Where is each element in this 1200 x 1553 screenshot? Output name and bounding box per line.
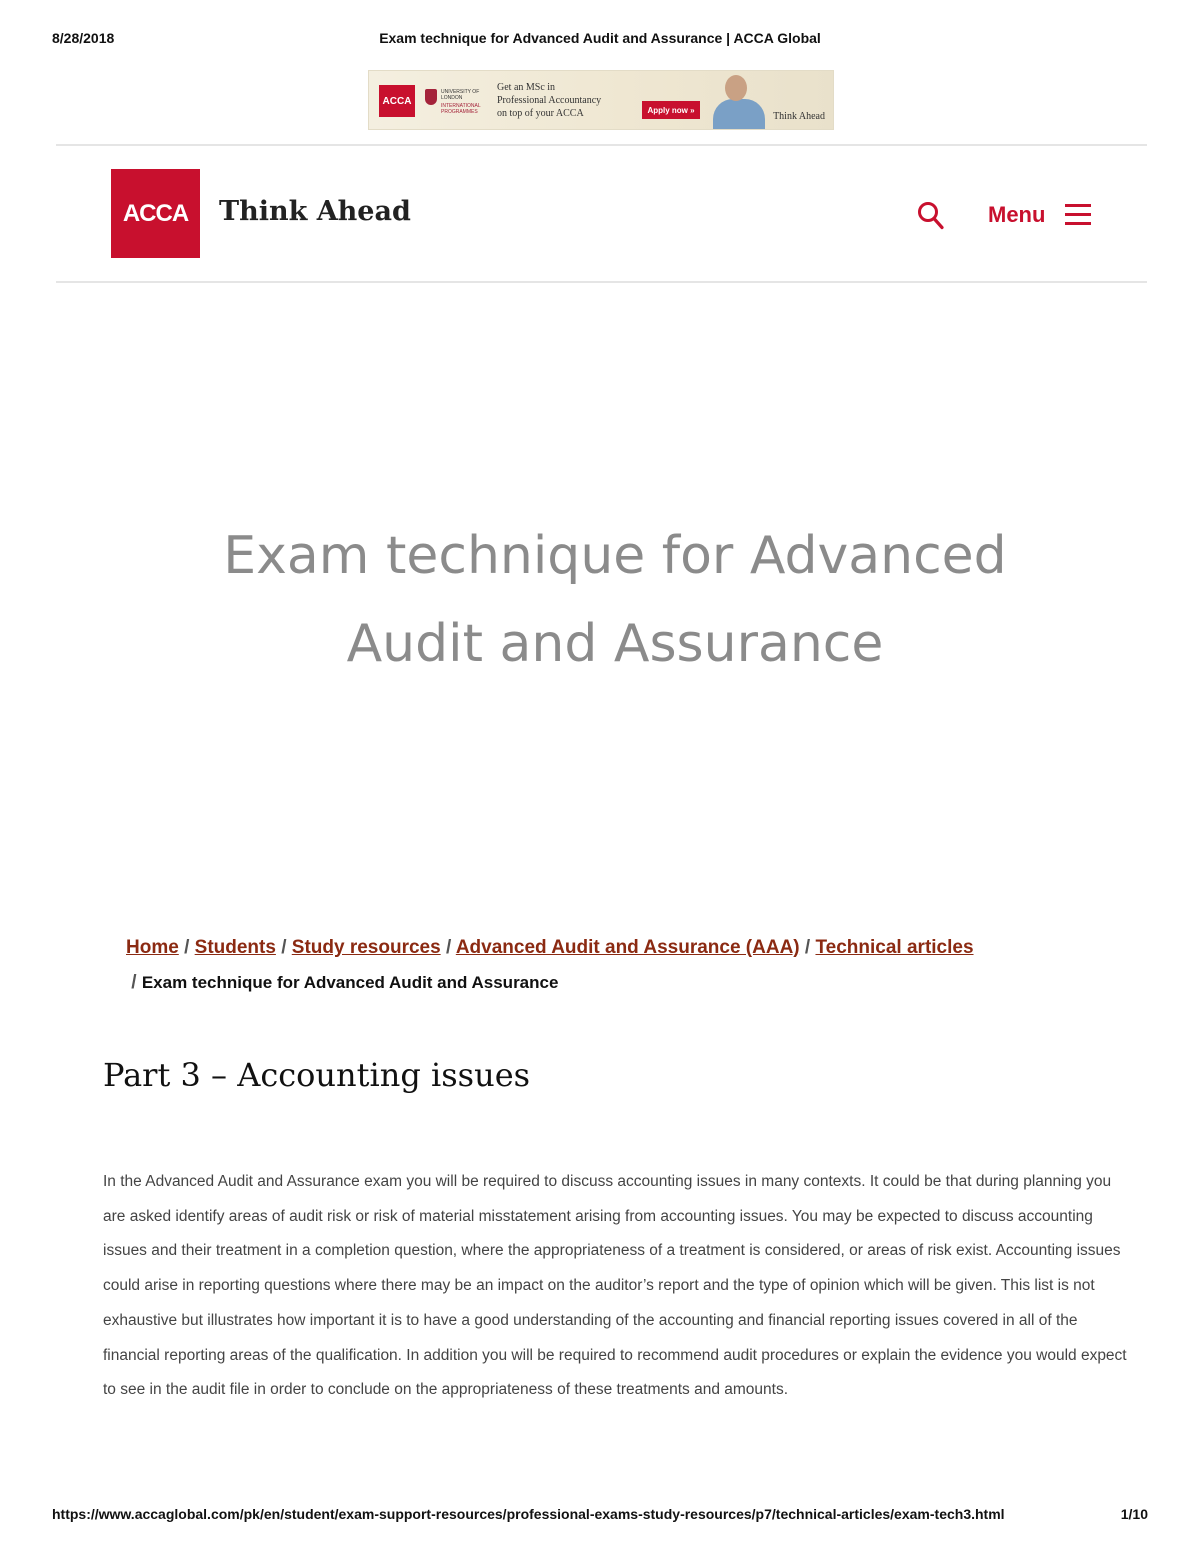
university-logo: UNIVERSITY OF LONDON INTERNATIONAL PROGR…: [425, 85, 485, 117]
breadcrumb: Home / Students / Study resources / Adva…: [126, 930, 1066, 1000]
banner-copy-line: Professional Accountancy: [497, 95, 602, 106]
banner-copy: Get an MSc in Professional Accountancy o…: [497, 81, 601, 120]
print-header: 8/28/2018 Exam technique for Advanced Au…: [52, 30, 1148, 50]
breadcrumb-link-study-resources[interactable]: Study resources: [292, 937, 441, 958]
article-paragraph: In the Advanced Audit and Assurance exam…: [103, 1173, 1127, 1399]
header-top-divider: [56, 144, 1147, 146]
university-name: UNIVERSITY OF LONDON: [441, 89, 480, 101]
breadcrumb-separator: /: [804, 937, 811, 958]
university-crest-icon: [425, 89, 437, 105]
banner-copy-line: on top of your ACCA: [497, 108, 584, 119]
print-page-title: Exam technique for Advanced Audit and As…: [379, 30, 821, 46]
breadcrumb-separator: /: [184, 937, 190, 958]
banner-copy-line: Get an MSc in: [497, 82, 556, 93]
breadcrumb-current: Exam technique for Advanced Audit and As…: [141, 973, 559, 992]
page-title: Exam technique for Advanced Audit and As…: [223, 526, 1007, 674]
site-tagline: Think Ahead: [219, 196, 411, 227]
print-page-number: 1/10: [1120, 1506, 1148, 1522]
breadcrumb-separator: /: [281, 937, 287, 958]
menu-label: Menu: [988, 202, 1046, 227]
breadcrumb-link-aaa[interactable]: Advanced Audit and Assurance (AAA): [456, 937, 800, 958]
breadcrumb-link-students[interactable]: Students: [195, 937, 276, 958]
banner-tagline: Think Ahead: [773, 111, 825, 122]
breadcrumb-separator: /: [445, 937, 452, 958]
section-heading: Part 3 – Accounting issues: [103, 1056, 531, 1094]
breadcrumb-separator: /: [131, 972, 137, 993]
menu-button[interactable]: Menu: [988, 196, 1092, 234]
acca-logo[interactable]: ACCA: [111, 169, 200, 258]
print-footer: https://www.accaglobal.com/pk/en/student…: [52, 1506, 1148, 1526]
ad-banner[interactable]: ACCA UNIVERSITY OF LONDON INTERNATIONAL …: [368, 70, 834, 130]
search-icon: [918, 202, 944, 230]
apply-now-button[interactable]: Apply now »: [642, 101, 700, 119]
print-url: https://www.accaglobal.com/pk/en/student…: [52, 1506, 1005, 1522]
breadcrumb-link-technical-articles[interactable]: Technical articles: [815, 937, 973, 958]
header-bottom-divider: [56, 281, 1147, 283]
university-subtitle: INTERNATIONAL PROGRAMMES: [441, 103, 481, 115]
search-button[interactable]: [917, 201, 945, 231]
banner-acca-logo: ACCA: [379, 85, 415, 117]
breadcrumb-link-home[interactable]: Home: [126, 937, 179, 958]
banner-person-image: [709, 71, 769, 129]
hamburger-icon: [1065, 204, 1092, 226]
